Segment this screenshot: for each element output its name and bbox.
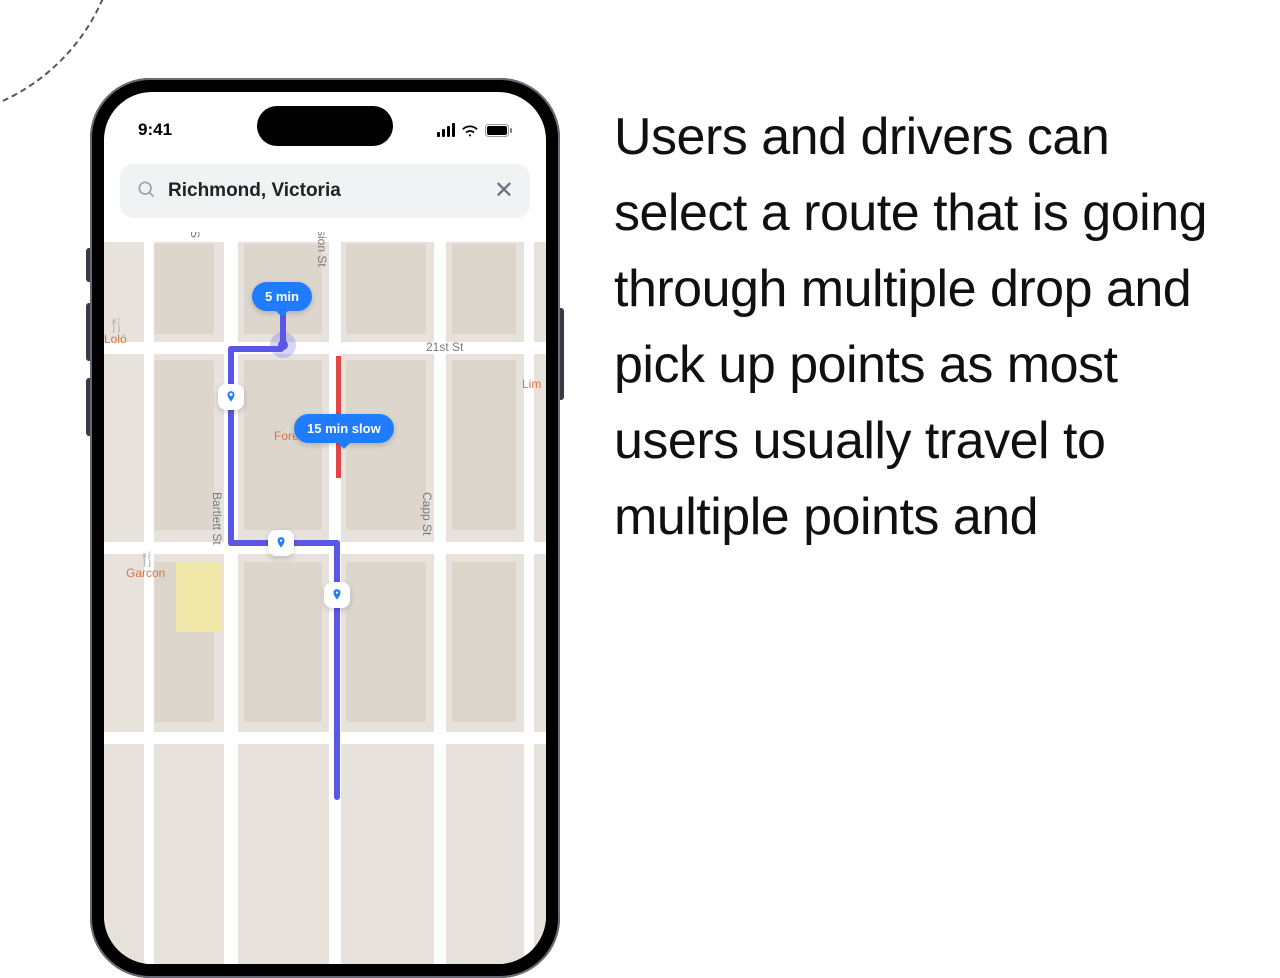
battery-icon [485,124,512,137]
search-icon [136,179,156,204]
status-time: 9:41 [138,120,172,140]
eta-bubble-fast[interactable]: 5 min [252,282,312,311]
search-input[interactable] [168,180,482,202]
phone-button [560,308,564,400]
dynamic-island [257,106,393,146]
feature-description: Users and drivers can select a route tha… [614,100,1214,555]
waypoint-pin[interactable] [324,582,350,608]
phone-button [86,248,90,282]
street-label: sion St [315,232,329,267]
search-bar[interactable]: ✕ [120,164,530,218]
phone-screen: 9:41 ✕ [104,92,546,964]
wifi-icon [461,124,479,137]
signal-icon [437,123,455,137]
street-label: Capp St [420,492,434,535]
street-label: Bartlett St [210,492,224,545]
eta-bubble-slow[interactable]: 15 min slow [294,414,394,443]
phone-button [86,303,90,361]
street-label: S [188,232,202,238]
poi-restaurant[interactable]: 🍴Garcon [126,552,165,581]
waypoint-pin[interactable] [218,384,244,410]
current-location-dot [270,332,296,358]
close-icon[interactable]: ✕ [494,179,514,203]
phone-frame: 9:41 ✕ [90,78,560,978]
route-segment [228,346,234,546]
street-label: 21st St [426,340,463,354]
poi-restaurant[interactable]: 🍴Loló [104,318,127,347]
waypoint-pin[interactable] [268,530,294,556]
map-view[interactable]: S sion St 21st St Capp St Bartlett St 🍴L… [104,232,546,964]
poi-label: Lim [522,378,541,391]
phone-button [86,378,90,436]
route-segment [334,540,340,800]
